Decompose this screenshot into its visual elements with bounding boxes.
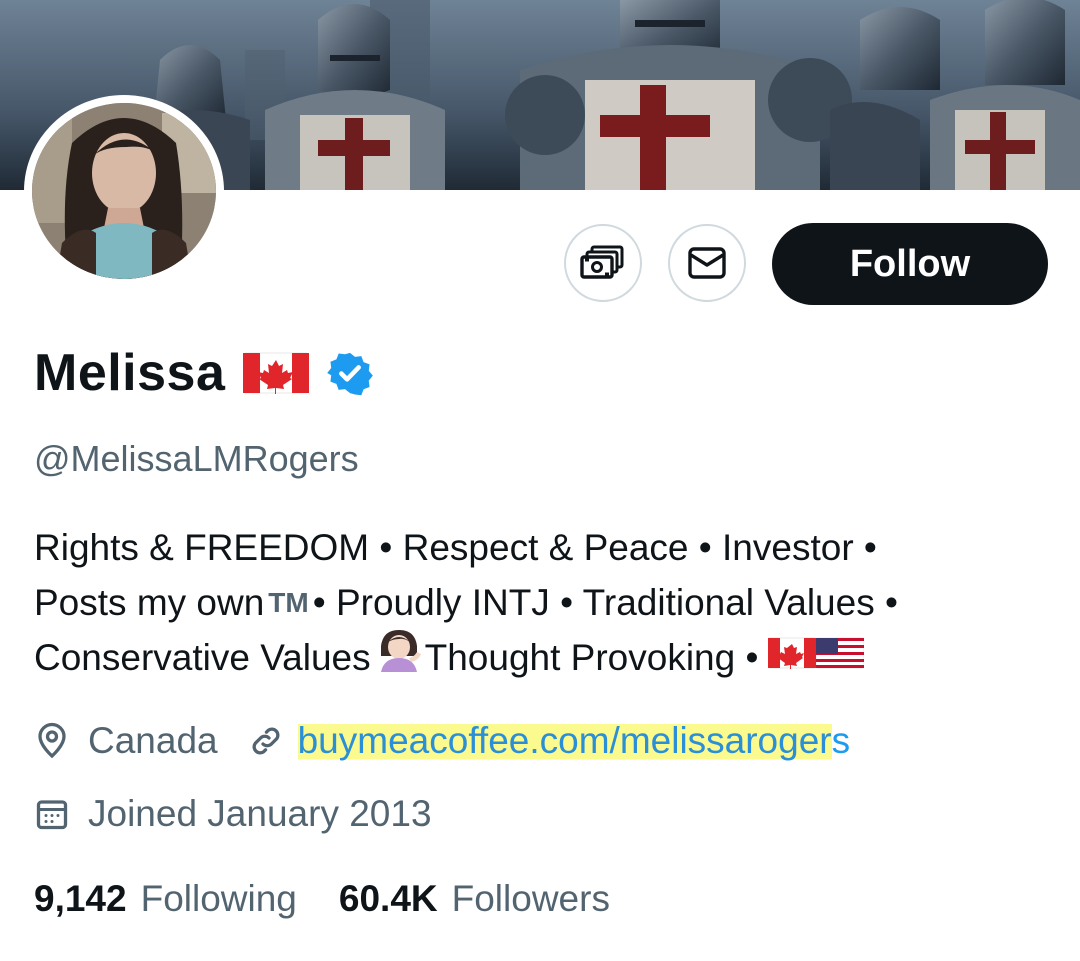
display-name: Melissa xyxy=(34,344,226,402)
canada-flag-icon xyxy=(767,630,817,685)
website-link[interactable]: buymeacoffee.com/melissarogers xyxy=(297,720,851,762)
following-count: 9,142 xyxy=(34,878,127,919)
follow-button[interactable]: Follow xyxy=(772,223,1048,305)
bio-line: Rights & FREEDOM • Respect & Peace • Inv… xyxy=(34,520,1044,575)
money-icon xyxy=(580,243,626,283)
bio-text: Rights & FREEDOM • Respect & Peace • Inv… xyxy=(34,527,877,568)
envelope-icon xyxy=(687,246,727,280)
bio-line: Conservative Values Thought Provoking • xyxy=(34,630,1044,685)
website-link-rest: s xyxy=(831,720,851,761)
bio-text: Conservative Values xyxy=(34,637,371,678)
followers-label: Followers xyxy=(451,878,610,919)
location-pin-icon xyxy=(34,721,70,761)
message-button[interactable] xyxy=(668,224,746,302)
avatar[interactable] xyxy=(24,95,224,287)
trademark-icon: TM xyxy=(268,587,309,618)
avatar-image xyxy=(32,103,216,279)
bio-text: • Proudly INTJ • Traditional Values • xyxy=(312,582,898,623)
bio-line: Posts my own TM • Proudly INTJ • Traditi… xyxy=(34,575,1044,630)
follow-stats: 9,142 Following 60.4K Followers xyxy=(34,878,610,920)
link-icon xyxy=(248,723,284,759)
following-link[interactable]: 9,142 Following xyxy=(34,878,297,920)
bio-text: Posts my own xyxy=(34,582,265,623)
tip-button[interactable] xyxy=(564,224,642,302)
canada-flag-icon xyxy=(243,351,310,395)
followers-link[interactable]: 60.4K Followers xyxy=(339,878,610,920)
followers-count: 60.4K xyxy=(338,878,438,919)
name-row: Melissa xyxy=(34,338,374,408)
us-flag-icon xyxy=(815,630,865,685)
profile-meta: Canada buymeacoffee.com/melissarogers xyxy=(34,720,850,762)
bio-text: Thought Provoking • xyxy=(424,637,759,678)
joined-row: Joined January 2013 xyxy=(34,793,432,835)
following-label: Following xyxy=(140,878,297,919)
person-tipping-hand-icon xyxy=(375,628,421,687)
joined-text: Joined January 2013 xyxy=(88,793,432,834)
website-link-highlighted: buymeacoffee.com/melissaroger xyxy=(297,720,832,761)
location-text: Canada xyxy=(88,720,218,761)
verified-badge-icon[interactable] xyxy=(327,350,374,396)
handle: @MelissaLMRogers xyxy=(34,438,359,479)
bio: Rights & FREEDOM • Respect & Peace • Inv… xyxy=(34,520,1044,685)
calendar-icon xyxy=(34,796,70,832)
